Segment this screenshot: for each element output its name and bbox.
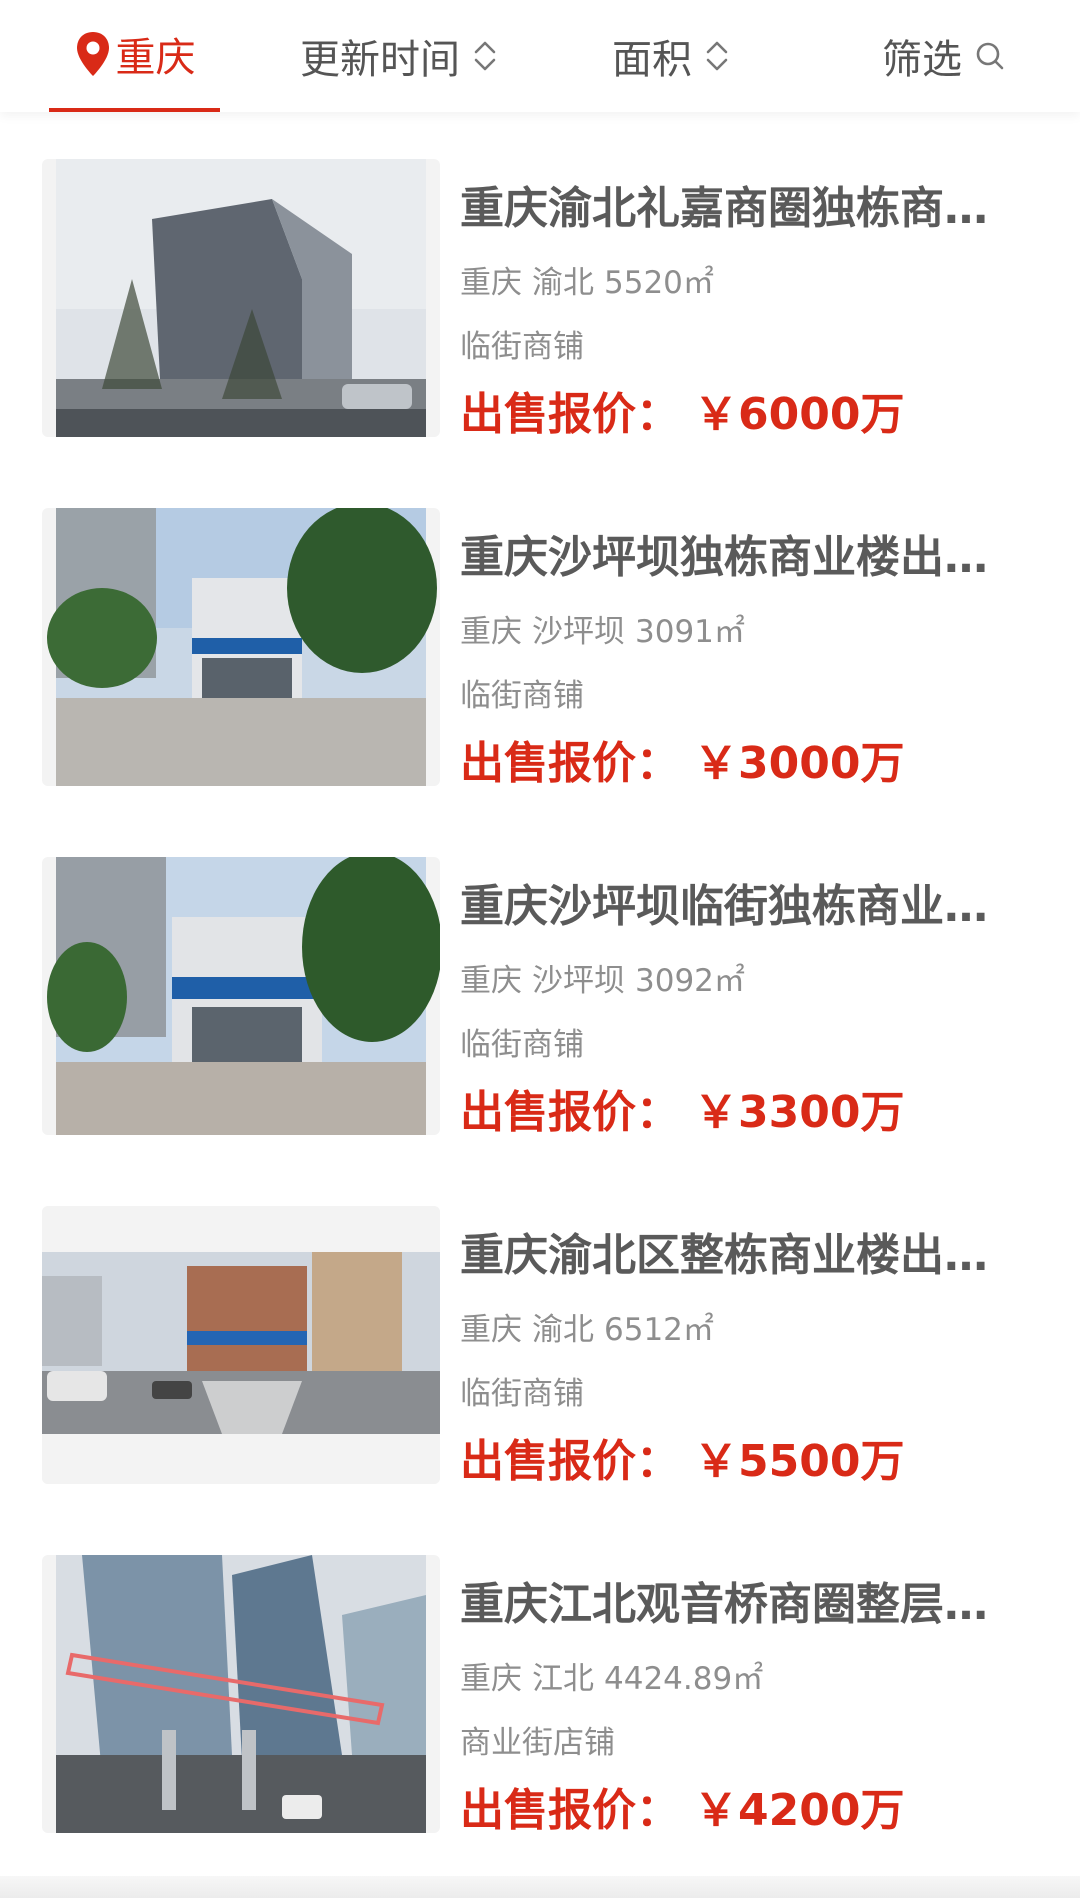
listing-price: 出售报价： ￥3000万: [460, 736, 904, 792]
listing-area: 5520㎡: [604, 265, 714, 301]
listing-photo: [42, 857, 440, 1135]
listing-card[interactable]: 重庆江北观音桥商圈整层… 重庆 江北 4424.89㎡ 商业街店铺 出售报价： ￥42…: [0, 1555, 1080, 1836]
listing-district: 江北: [532, 1661, 594, 1697]
price-label: 出售报价：: [460, 738, 680, 789]
listing-area: 6512㎡: [604, 1312, 714, 1348]
listing-area: 3091㎡: [635, 614, 745, 650]
listing-title: 重庆沙坪坝独栋商业楼出…: [460, 532, 988, 583]
listing-city: 重庆: [460, 1661, 522, 1697]
sort-area-label: 面积: [612, 37, 692, 83]
listing-price: 出售报价： ￥5500万: [460, 1434, 904, 1490]
listing-photo: [42, 1555, 440, 1833]
price-value: ￥3000万: [694, 738, 905, 789]
listing-card[interactable]: 重庆渝北区整栋商业楼出… 重庆 渝北 6512㎡ 临街商铺 出售报价： ￥5500万: [0, 1206, 1080, 1487]
sort-updown-icon: [474, 41, 496, 71]
listing-title: 重庆江北观音桥商圈整层…: [460, 1579, 988, 1630]
filter-bar: 重庆 更新时间 面积 筛选: [0, 0, 1080, 112]
listing-city: 重庆: [460, 614, 522, 650]
listing-price: 出售报价： ￥4200万: [460, 1783, 904, 1839]
listing-meta: 重庆 沙坪坝 3091㎡: [460, 612, 745, 652]
listing-price: 出售报价： ￥6000万: [460, 387, 904, 443]
search-icon: [976, 42, 1004, 70]
listing-title: 重庆沙坪坝临街独栋商业…: [460, 881, 988, 932]
listing-meta: 重庆 江北 4424.89㎡: [460, 1659, 763, 1699]
listing-title: 重庆渝北区整栋商业楼出…: [460, 1230, 988, 1281]
listing-district: 沙坪坝: [532, 963, 625, 999]
listing-card[interactable]: 重庆沙坪坝临街独栋商业… 重庆 沙坪坝 3092㎡ 临街商铺 出售报价： ￥3300万: [0, 857, 1080, 1138]
listing-type: 临街商铺: [460, 1027, 584, 1063]
listing-meta: 重庆 渝北 6512㎡: [460, 1310, 714, 1350]
listing-area: 4424.89㎡: [604, 1661, 764, 1697]
listing-card[interactable]: 重庆渝北礼嘉商圈独栋商… 重庆 渝北 5520㎡ 临街商铺 出售报价： ￥6000万: [0, 159, 1080, 440]
location-pin-icon: [76, 32, 109, 76]
listing-photo: [42, 159, 440, 437]
price-label: 出售报价：: [460, 1785, 680, 1836]
price-label: 出售报价：: [460, 1436, 680, 1487]
price-value: ￥6000万: [694, 389, 905, 440]
price-label: 出售报价：: [460, 1087, 680, 1138]
listing-type: 临街商铺: [460, 329, 584, 365]
listing-price: 出售报价： ￥3300万: [460, 1085, 904, 1141]
listing-title: 重庆渝北礼嘉商圈独栋商…: [460, 183, 988, 234]
listing-type: 临街商铺: [460, 678, 584, 714]
filter-label: 筛选: [882, 37, 962, 83]
listing-city: 重庆: [460, 963, 522, 999]
price-label: 出售报价：: [460, 389, 680, 440]
city-selector[interactable]: 重庆: [49, 0, 220, 112]
listing-card[interactable]: 重庆沙坪坝独栋商业楼出… 重庆 沙坪坝 3091㎡ 临街商铺 出售报价： ￥3000万: [0, 508, 1080, 789]
listing-meta: 重庆 沙坪坝 3092㎡: [460, 961, 745, 1001]
listing-photo: [42, 508, 440, 786]
bottom-edge: [0, 1876, 1080, 1898]
filter-button[interactable]: 筛选: [882, 0, 1006, 112]
sort-by-updated-time[interactable]: 更新时间: [300, 0, 498, 112]
listing-type: 商业街店铺: [460, 1725, 615, 1761]
sort-updown-icon: [706, 41, 728, 71]
listing-area: 3092㎡: [635, 963, 745, 999]
price-value: ￥5500万: [694, 1436, 905, 1487]
listing-district: 沙坪坝: [532, 614, 625, 650]
listing-city: 重庆: [460, 1312, 522, 1348]
listing-photo: [42, 1206, 440, 1484]
city-label: 重庆: [115, 35, 196, 81]
price-value: ￥3300万: [694, 1087, 905, 1138]
listing-district: 渝北: [532, 1312, 594, 1348]
price-value: ￥4200万: [694, 1785, 905, 1836]
listing-meta: 重庆 渝北 5520㎡: [460, 263, 714, 303]
listing-type: 临街商铺: [460, 1376, 584, 1412]
sort-updated-label: 更新时间: [300, 37, 460, 83]
sort-by-area[interactable]: 面积: [612, 0, 730, 112]
listing-city: 重庆: [460, 265, 522, 301]
listing-district: 渝北: [532, 265, 594, 301]
